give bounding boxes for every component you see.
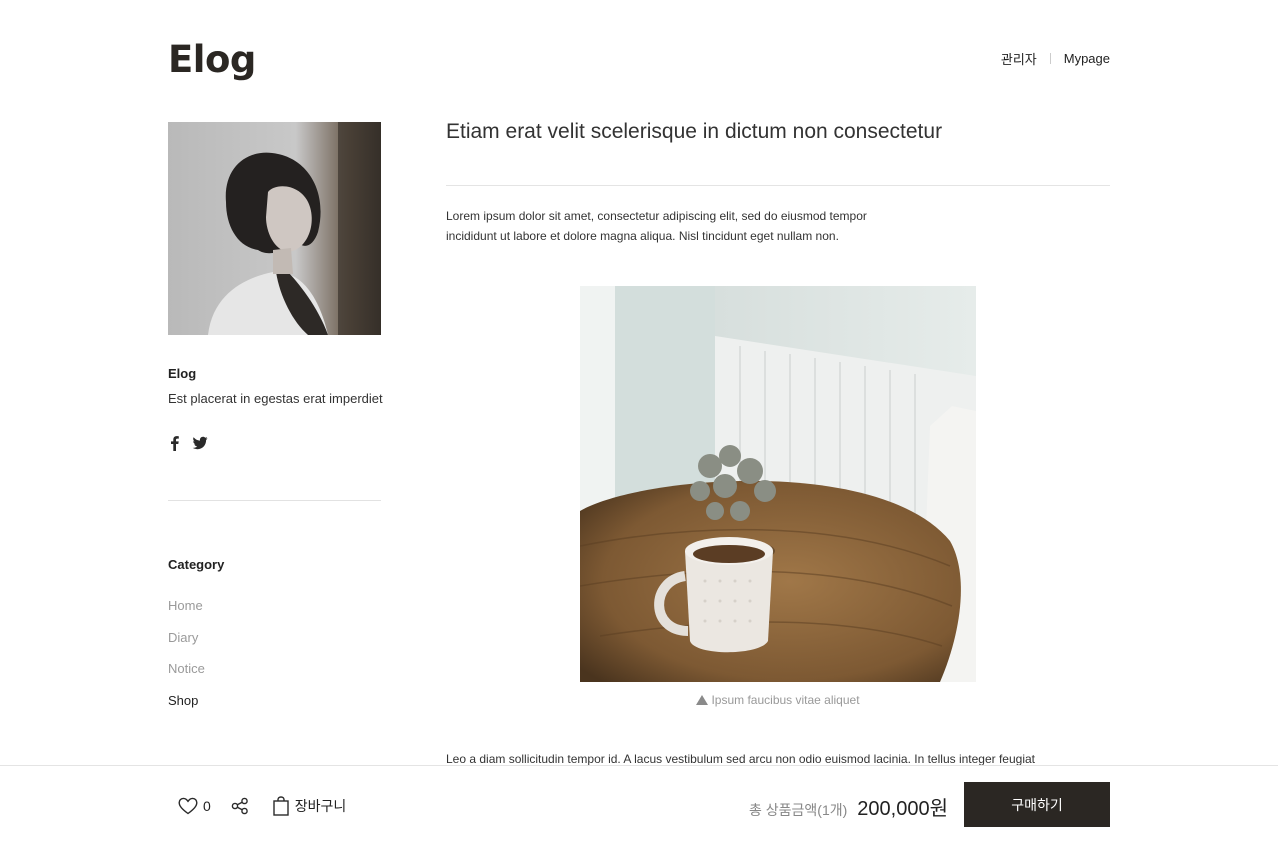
site-logo[interactable]: Elog: [168, 38, 256, 81]
post-title: Etiam erat velit scelerisque in dictum n…: [446, 120, 943, 143]
social-links: [168, 435, 208, 451]
purchase-bar: 0 장바구니 총 상품금액(1개) 200,000원 구매하기: [0, 765, 1278, 842]
post-image: [580, 286, 976, 682]
profile-photo: [168, 122, 381, 335]
top-nav: 관리자 Mypage: [1001, 49, 1110, 68]
image-caption: Ipsum faucibus vitae aliquet: [580, 693, 976, 707]
category-item-home[interactable]: Home: [168, 597, 205, 629]
cart-label: 장바구니: [294, 798, 347, 814]
nav-divider: [1049, 53, 1051, 64]
total-summary: 총 상품금액(1개) 200,000원: [749, 792, 948, 821]
category-title: Category: [168, 557, 225, 572]
twitter-icon[interactable]: [192, 435, 208, 451]
title-divider: [446, 185, 1110, 186]
post-actions: 0 장바구니: [178, 796, 346, 816]
total-label: 총 상품금액(1개): [749, 802, 848, 818]
admin-link[interactable]: 관리자: [1001, 49, 1037, 68]
like-button[interactable]: 0: [178, 797, 211, 815]
sidebar-divider: [168, 500, 381, 501]
buy-button[interactable]: 구매하기: [964, 782, 1110, 827]
shopping-bag-icon: [273, 796, 289, 816]
category-item-shop[interactable]: Shop: [168, 692, 205, 724]
facebook-icon[interactable]: [168, 435, 182, 451]
total-price: 200,000원: [857, 798, 948, 820]
triangle-up-icon: [696, 695, 709, 705]
category-item-diary[interactable]: Diary: [168, 629, 205, 661]
heart-icon: [178, 797, 198, 815]
mypage-link[interactable]: Mypage: [1064, 51, 1110, 66]
share-button[interactable]: [231, 797, 249, 815]
post-intro: Lorem ipsum dolor sit amet, consectetur …: [446, 209, 867, 243]
category-item-notice[interactable]: Notice: [168, 660, 205, 692]
category-list: Home Diary Notice Shop: [168, 597, 205, 724]
caption-text: Ipsum faucibus vitae aliquet: [711, 693, 860, 707]
like-count: 0: [203, 798, 211, 814]
profile-name: Elog: [168, 366, 197, 381]
post-body: Leo a diam sollicitudin tempor id. A lac…: [446, 752, 1036, 766]
share-icon: [231, 797, 249, 815]
cart-button[interactable]: 장바구니: [273, 796, 347, 816]
profile-description: Est placerat in egestas erat imperdiet: [168, 391, 383, 406]
